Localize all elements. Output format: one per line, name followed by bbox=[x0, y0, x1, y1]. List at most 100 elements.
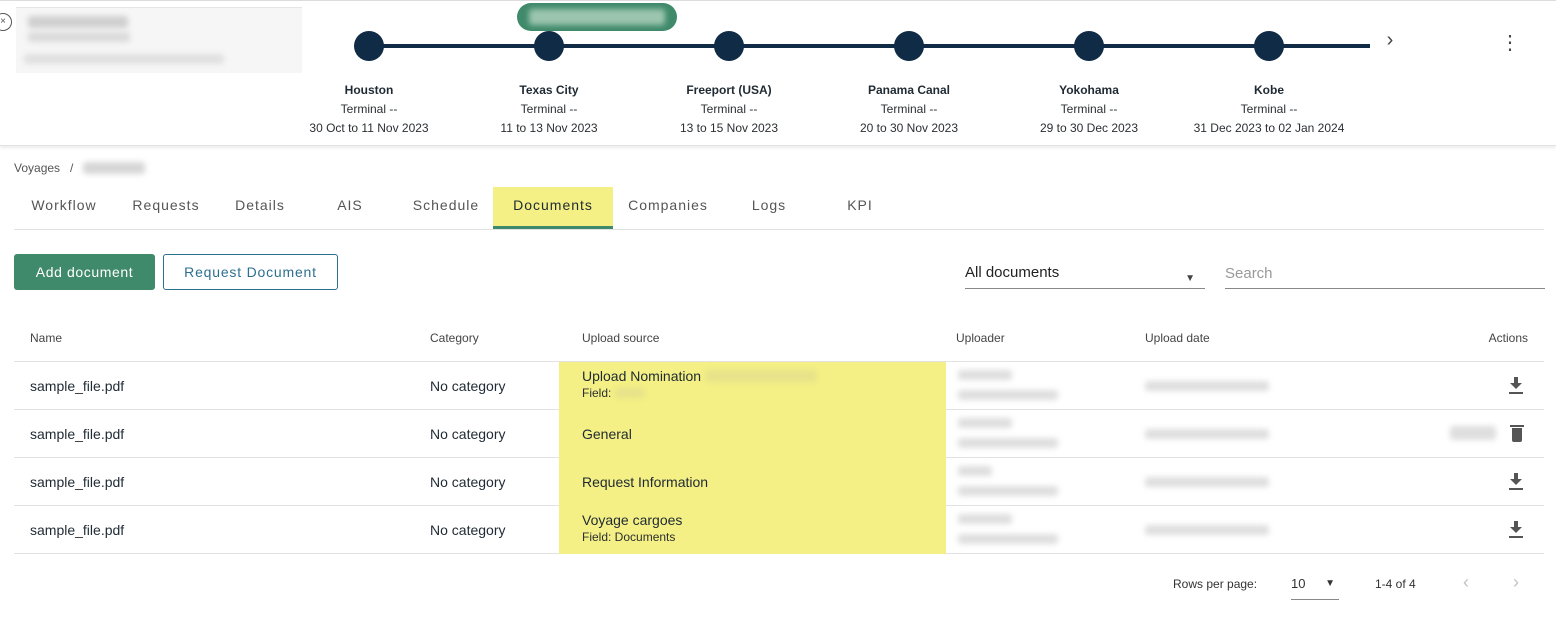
breadcrumb: Voyages / bbox=[14, 161, 146, 175]
header-upload-source: Upload source bbox=[582, 331, 660, 345]
table-row[interactable]: sample_file.pdf No category General bbox=[14, 410, 1544, 458]
close-circle-icon[interactable]: × bbox=[0, 13, 12, 31]
timeline-stop[interactable] bbox=[354, 31, 384, 61]
add-document-button[interactable]: Add document bbox=[14, 254, 155, 290]
timeline-stop[interactable] bbox=[1254, 31, 1284, 61]
stop-label: Texas City Terminal -- 11 to 13 Nov 2023 bbox=[449, 81, 649, 138]
upload-source-label: Request Information bbox=[582, 474, 709, 490]
stop-dates: 11 to 13 Nov 2023 bbox=[500, 121, 598, 135]
timeline-stop[interactable] bbox=[534, 31, 564, 61]
terminal: Terminal -- bbox=[700, 102, 758, 116]
upload-source-field: Field: bbox=[582, 386, 612, 400]
file-category: No category bbox=[430, 426, 506, 442]
tab-kpi[interactable]: KPI bbox=[830, 187, 890, 229]
table-row[interactable]: sample_file.pdf No category Voyage cargo… bbox=[14, 506, 1544, 554]
tab-schedule[interactable]: Schedule bbox=[398, 187, 494, 229]
tab-details[interactable]: Details bbox=[220, 187, 300, 229]
file-category: No category bbox=[430, 474, 506, 490]
port-name: Freeport (USA) bbox=[686, 83, 772, 97]
uploader-redacted bbox=[958, 514, 1012, 524]
tab-logs[interactable]: Logs bbox=[739, 187, 799, 229]
rows-per-page-select[interactable]: 10 ▼ bbox=[1291, 570, 1339, 600]
tab-companies[interactable]: Companies bbox=[618, 187, 718, 229]
stop-label: Panama Canal Terminal -- 20 to 30 Nov 20… bbox=[809, 81, 1009, 138]
hidden-actions-redacted bbox=[1450, 426, 1496, 440]
caret-down-icon: ▼ bbox=[1185, 273, 1195, 284]
stop-dates: 13 to 15 Nov 2023 bbox=[679, 121, 779, 135]
voyage-header: × Houston Terminal -- 30 Oct to 11 Nov 2… bbox=[0, 0, 1556, 146]
file-name[interactable]: sample_file.pdf bbox=[30, 522, 124, 538]
rows-per-page-label: Rows per page: bbox=[1173, 577, 1258, 591]
upload-source: Voyage cargoes Field: Documents bbox=[582, 512, 682, 544]
chevron-right-icon[interactable]: › bbox=[1380, 29, 1400, 52]
file-category: No category bbox=[430, 522, 506, 538]
vessel-card bbox=[16, 7, 302, 73]
download-icon[interactable] bbox=[1508, 520, 1524, 543]
uploader-redacted bbox=[958, 418, 1012, 428]
delete-icon[interactable] bbox=[1510, 424, 1524, 447]
redacted-text bbox=[615, 388, 646, 398]
upload-source-label: Voyage cargoes bbox=[582, 512, 683, 528]
stop-label: Houston Terminal -- 30 Oct to 11 Nov 202… bbox=[269, 81, 469, 138]
upload-source-field: Field: Documents bbox=[582, 530, 676, 544]
tab-requests[interactable]: Requests bbox=[118, 187, 214, 229]
port-name: Panama Canal bbox=[867, 83, 951, 97]
vessel-details-redacted bbox=[24, 54, 224, 64]
file-name[interactable]: sample_file.pdf bbox=[30, 378, 124, 394]
port-name: Houston bbox=[344, 83, 394, 97]
terminal: Terminal -- bbox=[1060, 102, 1118, 116]
upload-date-redacted bbox=[1145, 525, 1269, 535]
upload-source: Upload Nomination Field: bbox=[582, 368, 818, 400]
stop-dates: 20 to 30 Nov 2023 bbox=[859, 121, 959, 135]
table-header: Name Category Upload source Uploader Upl… bbox=[14, 314, 1544, 362]
terminal: Terminal -- bbox=[520, 102, 578, 116]
request-document-button[interactable]: Request Document bbox=[163, 254, 338, 290]
rows-per-page-value: 10 bbox=[1291, 576, 1306, 591]
stop-dates: 30 Oct to 11 Nov 2023 bbox=[309, 121, 429, 135]
document-filter-value: All documents bbox=[965, 264, 1060, 281]
table-row[interactable]: sample_file.pdf No category Request Info… bbox=[14, 458, 1544, 506]
port-name: Kobe bbox=[1254, 83, 1284, 97]
pagination: Rows per page: 10 ▼ 1-4 of 4 ‹ › bbox=[1173, 570, 1543, 600]
tab-workflow[interactable]: Workflow bbox=[14, 187, 114, 229]
timeline-stop[interactable] bbox=[1074, 31, 1104, 61]
tab-ais[interactable]: AIS bbox=[320, 187, 380, 229]
uploader-redacted bbox=[958, 466, 992, 476]
document-filter-select[interactable]: All documents ▼ bbox=[965, 258, 1205, 289]
uploader-company-redacted bbox=[958, 534, 1058, 544]
caret-down-icon: ▼ bbox=[1325, 578, 1335, 589]
header-actions: Actions bbox=[1488, 331, 1528, 345]
breadcrumb-voyage-id-redacted bbox=[83, 162, 146, 174]
file-name[interactable]: sample_file.pdf bbox=[30, 474, 124, 490]
vessel-info-redacted bbox=[28, 32, 130, 42]
header-category: Category bbox=[430, 331, 479, 345]
more-vertical-icon[interactable]: ⋮ bbox=[1500, 29, 1520, 57]
upload-source: General bbox=[582, 426, 632, 442]
timeline-line bbox=[369, 44, 1370, 48]
chevron-left-icon[interactable]: ‹ bbox=[1463, 572, 1469, 593]
header-uploader: Uploader bbox=[956, 331, 1005, 345]
terminal: Terminal -- bbox=[880, 102, 938, 116]
download-icon[interactable] bbox=[1508, 472, 1524, 495]
stop-label: Kobe Terminal -- 31 Dec 2023 to 02 Jan 2… bbox=[1169, 81, 1369, 138]
breadcrumb-voyages[interactable]: Voyages bbox=[14, 161, 60, 175]
search-input[interactable] bbox=[1225, 258, 1545, 289]
breadcrumb-separator: / bbox=[70, 161, 74, 175]
uploader-company-redacted bbox=[958, 438, 1058, 448]
upload-source-label: Upload Nomination bbox=[582, 368, 702, 384]
port-name: Yokohama bbox=[1059, 83, 1119, 97]
timeline-stop[interactable] bbox=[714, 31, 744, 61]
pagination-range: 1-4 of 4 bbox=[1375, 577, 1416, 591]
documents-table: Name Category Upload source Uploader Upl… bbox=[14, 314, 1544, 554]
chevron-right-icon[interactable]: › bbox=[1513, 572, 1519, 593]
header-upload-date: Upload date bbox=[1145, 331, 1210, 345]
download-icon[interactable] bbox=[1508, 376, 1524, 399]
tab-documents[interactable]: Documents bbox=[493, 187, 613, 229]
upload-date-redacted bbox=[1145, 429, 1269, 439]
table-row[interactable]: sample_file.pdf No category Upload Nomin… bbox=[14, 362, 1544, 410]
port-name: Texas City bbox=[519, 83, 579, 97]
file-name[interactable]: sample_file.pdf bbox=[30, 426, 124, 442]
timeline-stop[interactable] bbox=[894, 31, 924, 61]
upload-date-redacted bbox=[1145, 477, 1269, 487]
upload-source: Request Information bbox=[582, 474, 708, 490]
